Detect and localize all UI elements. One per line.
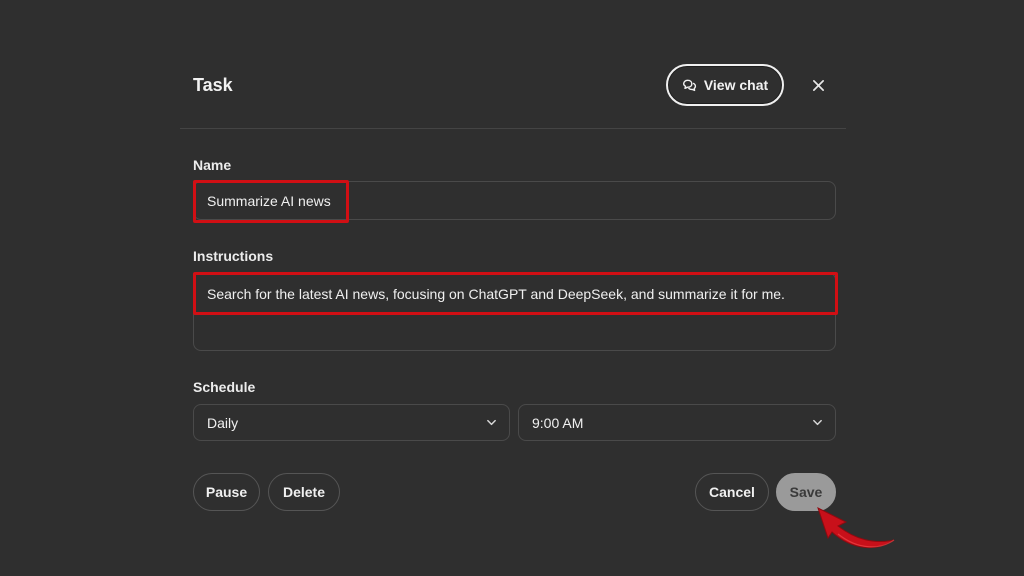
chat-bubbles-icon [682,79,696,91]
delete-button[interactable]: Delete [268,473,340,511]
schedule-frequency-value: Daily [207,414,239,431]
name-label: Name [193,157,232,173]
name-input-value: Summarize AI news [207,193,331,209]
save-button[interactable]: Save [776,473,836,511]
view-chat-label: View chat [703,77,769,93]
instructions-label: Instructions [193,248,274,264]
instructions-textarea-value: Search for the latest AI news, focusing … [207,286,785,302]
name-input[interactable]: Summarize AI news [193,181,836,220]
pause-button[interactable]: Pause [193,473,260,511]
chevron-down-icon [487,419,496,426]
chevron-down-icon [813,419,822,426]
schedule-time-value: 9:00 AM [532,414,584,431]
schedule-label: Schedule [193,379,256,395]
view-chat-button[interactable]: View chat [666,64,784,106]
schedule-frequency-select[interactable]: Daily [193,404,510,441]
schedule-time-select[interactable]: 9:00 AM [518,404,836,441]
instructions-textarea[interactable]: Search for the latest AI news, focusing … [193,272,836,351]
close-button[interactable] [806,73,830,97]
close-icon [812,79,824,91]
cancel-button[interactable]: Cancel [695,473,769,511]
header-divider [180,128,846,129]
task-dialog: Task View chat Name Summarize AI news In… [0,0,1024,576]
dialog-title: Task [193,75,233,95]
